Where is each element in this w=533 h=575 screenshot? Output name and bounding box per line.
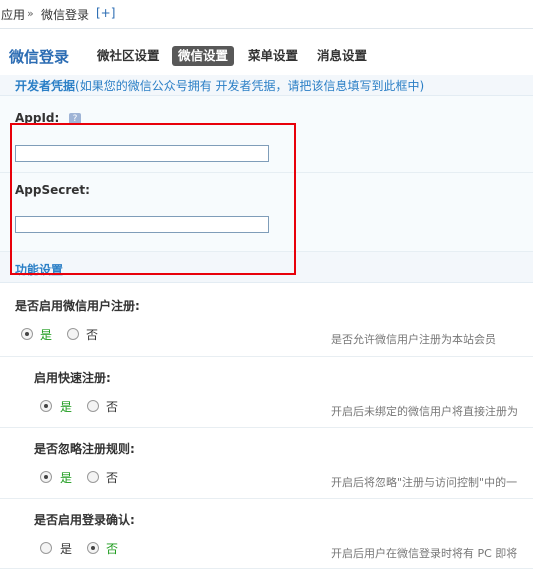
breadcrumb-separator: »	[27, 7, 34, 20]
option-hint: 是否允许微信用户注册为本站会员	[331, 333, 496, 346]
radio-yes[interactable]	[21, 328, 33, 340]
divider	[0, 498, 533, 499]
option-no-label: 否	[86, 328, 99, 342]
tab-community-settings[interactable]: 微社区设置	[91, 46, 166, 66]
app-title: 微信登录	[9, 48, 70, 66]
option-hint: 开启后用户在微信登录时将有 PC 即将	[331, 547, 518, 560]
divider	[0, 427, 533, 428]
option-label-wechat-register: 是否启用微信用户注册:	[15, 299, 140, 313]
radio-yes[interactable]	[40, 400, 52, 412]
option-yes-label: 是	[60, 471, 73, 485]
breadcrumb-root[interactable]: 应用	[1, 6, 25, 23]
option-hint: 开启后未绑定的微信用户将直接注册为	[331, 405, 518, 418]
option-label-quick-register: 启用快速注册:	[34, 371, 111, 385]
divider	[0, 568, 533, 569]
radio-yes[interactable]	[40, 471, 52, 483]
tab-wechat-settings[interactable]: 微信设置	[172, 46, 235, 66]
highlight-box	[10, 123, 296, 275]
option-yes-label: 是	[60, 542, 73, 556]
breadcrumb: 应用 » 微信登录 [+]	[0, 0, 533, 29]
option-no-label: 否	[106, 471, 119, 485]
option-yes-label: 是	[60, 400, 73, 414]
radio-no[interactable]	[87, 400, 99, 412]
tab-menu-settings[interactable]: 菜单设置	[242, 46, 304, 66]
tab-bar: 微信登录 微社区设置 微信设置 菜单设置 消息设置	[0, 40, 533, 74]
option-label-login-confirm: 是否启用登录确认:	[34, 513, 135, 527]
option-hint: 开启后将忽略"注册与访问控制"中的一	[331, 476, 518, 489]
option-label-ignore-rules: 是否忽略注册规则:	[34, 442, 135, 456]
tab-message-settings[interactable]: 消息设置	[311, 46, 373, 66]
radio-no[interactable]	[87, 471, 99, 483]
dev-credentials-note: (如果您的微信公众号拥有 开发者凭据，请把该信息填写到此框中)	[75, 79, 425, 93]
option-no-label: 否	[106, 542, 119, 556]
divider	[0, 356, 533, 357]
dev-credentials-header: 开发者凭据(如果您的微信公众号拥有 开发者凭据，请把该信息填写到此框中)	[0, 75, 533, 96]
radio-yes[interactable]	[40, 542, 52, 554]
radio-no[interactable]	[67, 328, 79, 340]
radio-no[interactable]	[87, 542, 99, 554]
breadcrumb-add-link[interactable]: [+]	[96, 6, 115, 20]
option-no-label: 否	[106, 400, 119, 414]
breadcrumb-current[interactable]: 微信登录	[41, 6, 89, 23]
dev-credentials-title: 开发者凭据(如果您的微信公众号拥有 开发者凭据，请把该信息填写到此框中)	[15, 79, 425, 93]
option-yes-label: 是	[40, 328, 53, 342]
